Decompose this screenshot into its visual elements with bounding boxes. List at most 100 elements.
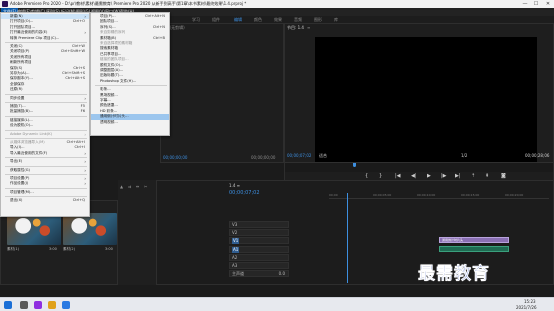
program-fit-select[interactable]: 适合 [319, 153, 327, 159]
ruler-label: 00;00;05;00 [373, 193, 392, 197]
program-resolution-select[interactable]: 1/2 [461, 153, 467, 158]
taskbar: 15:23 2021/7/26 [0, 297, 554, 311]
file-menu-item[interactable]: 设为脱机(O)... [1, 123, 89, 128]
mark-in-icon[interactable]: { [365, 173, 368, 179]
menu-item-label: 字幕... [100, 98, 111, 102]
file-menu-item[interactable]: 导入最近使用的文件(F) › [1, 151, 89, 156]
menu-item-label: 旧版标题(T)... [100, 73, 123, 78]
ruler-label: 00;00;10;00 [417, 193, 436, 197]
new-submenu: 项目(P)... Ctrl+Alt+N 团队项目... 序列(S)... Ctrl+N 来… [90, 12, 170, 136]
menu-item-label: 来自剪辑的序列 [100, 30, 126, 35]
selection-tool-icon[interactable]: ▲ [120, 184, 123, 189]
program-monitor [315, 37, 537, 162]
track-header-a2[interactable]: A2 [229, 254, 289, 261]
menu-separator [5, 165, 87, 167]
step-forward-icon[interactable]: |▶ [441, 173, 447, 179]
menu-item-label: 全部保存 [10, 81, 25, 86]
track-header-v1[interactable]: V1 [229, 237, 289, 244]
file-menu-item[interactable]: 项目管理(M)... [1, 190, 89, 195]
video-clip[interactable]: 通用倒计时片头 [439, 237, 509, 243]
file-menu-item[interactable]: 批量捕捉(B)... F6 [1, 109, 89, 114]
mark-out-icon[interactable]: } [379, 173, 382, 179]
track-header-v3[interactable]: V3 [229, 221, 289, 228]
file-menu-item[interactable]: 导出(E) › [1, 159, 89, 164]
program-panel: 节目: 1.4 ≡ 00;00;07;02 适合 1/2 00;00;28;06… [284, 23, 554, 183]
program-menu-icon[interactable]: ≡ [307, 25, 310, 30]
file-menu-item[interactable]: 同步设置 › [1, 96, 89, 101]
workspace-learn[interactable]: 学习 [192, 16, 200, 23]
menu-item-label: 新建(N) [10, 14, 23, 18]
menu-item-label: 素材箱(B) [100, 35, 117, 40]
program-timeline-ruler[interactable] [285, 162, 553, 172]
track-header-master[interactable]: 主声道 0.0 [229, 270, 289, 277]
file-menu-item[interactable]: 作品设置(J) › [1, 181, 89, 186]
step-back-icon[interactable]: ◀| [411, 173, 417, 179]
menu-item-label: 转换 Premiere Clip 项目(C)... [10, 35, 60, 40]
file-menu-item[interactable]: 获取属性(G) › [1, 168, 89, 173]
menu-item-label: 捕捉(T)... [10, 104, 26, 108]
program-playhead-icon[interactable] [353, 163, 356, 167]
project-thumbnail-2[interactable] [63, 213, 117, 245]
ripple-edit-tool-icon[interactable]: ⇹ [136, 184, 139, 189]
track-header-a3[interactable]: A3 [229, 262, 289, 269]
ruler-label: 00;00 [329, 193, 338, 197]
submenu-arrow-icon: › [84, 159, 86, 165]
menu-item-label: 链接的团队项目... [100, 57, 129, 62]
audio-clip[interactable] [439, 246, 509, 252]
title-bar: Adobe Premiere Pro 2020 - D:\pr\教材\素材\最需… [0, 0, 554, 8]
go-to-in-icon[interactable]: |◀ [395, 173, 401, 179]
menu-item-label: 获取属性(G) [10, 167, 30, 172]
minimize-button[interactable]: — [520, 0, 530, 8]
workspace-effects[interactable]: 效果 [274, 16, 282, 23]
menu-item-label: Adobe Dynamic Link(K) [10, 131, 53, 136]
menu-item-label: 关闭(C) [10, 44, 23, 48]
export-frame-icon[interactable]: ◙ [501, 173, 506, 179]
menu-item-shortcut: Ctrl+Q [72, 198, 85, 203]
submenu-arrow-icon: › [84, 131, 86, 137]
submenu-arrow-icon: › [84, 95, 86, 101]
track-select-tool-icon[interactable]: ⇉ [128, 184, 131, 189]
menu-item-label: 彩条... [100, 87, 111, 92]
track-header-a1[interactable]: A1 [229, 246, 289, 253]
start-icon[interactable] [4, 301, 12, 309]
timeline-timecode[interactable]: 00;00;07;02 [229, 190, 260, 196]
menu-item-label: 调整图层(A)... [100, 68, 124, 72]
new-submenu-item[interactable]: Photoshop 文件(H)... [91, 79, 169, 84]
workspace-audio[interactable]: 音频 [294, 16, 302, 23]
menu-item-label: 批量捕捉(B)... [10, 109, 34, 114]
premiere-taskbar-icon[interactable] [34, 301, 42, 309]
razor-tool-icon[interactable]: ✂ [144, 184, 147, 189]
timeline-playhead[interactable] [347, 193, 348, 283]
menu-separator [5, 187, 87, 189]
timeline-ruler[interactable]: 00;00 00;00;05;00 00;00;10;00 00;00;15;0… [329, 193, 549, 199]
workspace-assembly[interactable]: 组件 [212, 16, 220, 23]
explorer-icon[interactable] [48, 301, 56, 309]
lift-icon[interactable]: ⇡ [471, 173, 475, 179]
menu-separator [5, 129, 87, 131]
master-level[interactable]: 0.0 [279, 271, 285, 277]
file-menu-item[interactable]: Adobe Dynamic Link(K) › [1, 132, 89, 137]
new-submenu-item[interactable]: 透明视频... [91, 120, 169, 125]
close-button[interactable]: ✕ [543, 0, 553, 8]
play-icon[interactable]: ▶ [427, 173, 431, 179]
submenu-arrow-icon: › [84, 181, 86, 187]
project-thumbnail-1[interactable] [7, 213, 61, 245]
track-header-v2[interactable]: V2 [229, 229, 289, 236]
menu-item-label: 团队项目... [100, 19, 118, 24]
file-menu-item[interactable]: 还原(R) [1, 87, 89, 92]
submenu-arrow-icon: › [84, 150, 86, 156]
search-icon[interactable] [20, 301, 28, 309]
go-to-out-icon[interactable]: ▶| [455, 173, 461, 179]
file-menu-item[interactable]: 退出(X) Ctrl+Q [1, 198, 89, 203]
workspace-libraries[interactable]: 库 [334, 16, 338, 23]
menu-item-label: 从媒体浏览器导入(M) [10, 140, 45, 144]
workspace-graphics[interactable]: 图形 [314, 16, 322, 23]
menu-item-label: 通用倒计时片头... [100, 114, 129, 119]
program-timecode[interactable]: 00;00;07;02 [287, 153, 311, 158]
file-menu-item[interactable]: 转换 Premiere Clip 项目(C)... [1, 36, 89, 41]
extract-icon[interactable]: ⇞ [485, 173, 489, 179]
workspace-color[interactable]: 颜色 [254, 16, 262, 23]
menu-separator [5, 42, 87, 43]
word-icon[interactable] [62, 301, 70, 309]
maximize-button[interactable]: ☐ [531, 0, 541, 8]
